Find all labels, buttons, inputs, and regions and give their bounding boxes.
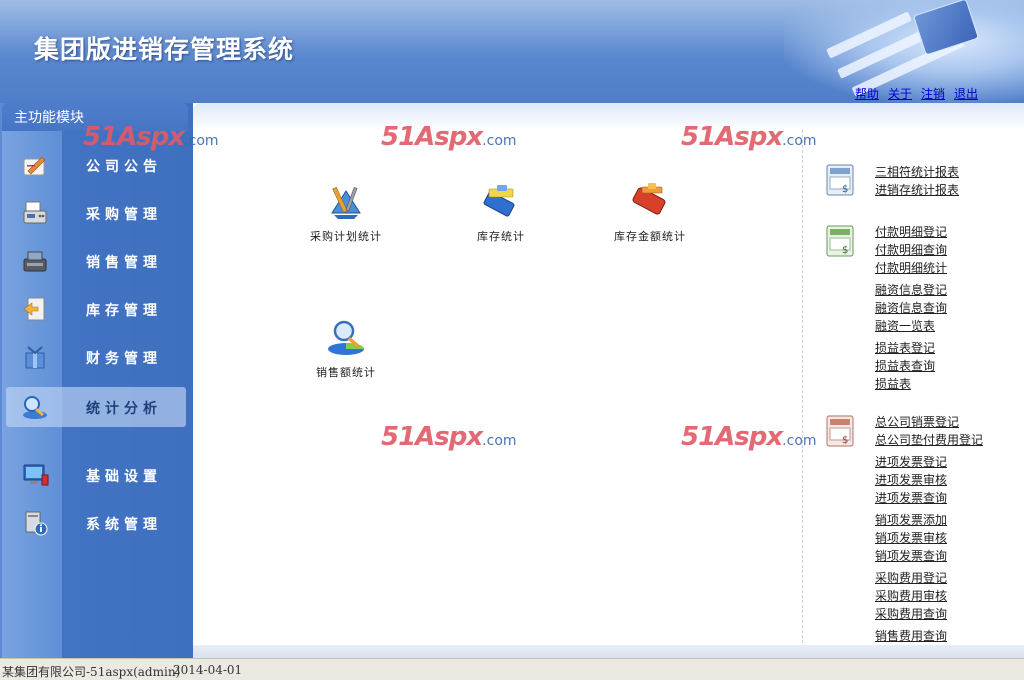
finance-gift-icon [25,346,45,369]
app-header: 集团版进销存管理系统 帮助 关于 注销 退出 [0,0,1024,103]
notice-pen-icon [23,156,46,176]
invoice-link[interactable]: 总公司垫付费用登记 [875,431,983,448]
sidebar-item-purchasing[interactable]: 采购管理 [6,193,186,233]
invoice-link[interactable]: 销项发票添加 [875,511,947,528]
svg-text:$: $ [842,245,848,256]
income-statement-link[interactable]: 损益表查询 [875,357,935,374]
magnifier-chart-icon [23,396,47,419]
payment-link[interactable]: 付款明细统计 [875,259,947,276]
main-content: 采购计划统计 库存统计 库存金额统计 销售额统计 51Aspx.com 51As… [83,103,1024,658]
status-company: 某集团有限公司-51aspx(admin) [2,665,181,679]
invoice-link[interactable]: 销项发票查询 [875,547,947,564]
app-title: 集团版进销存管理系统 [34,35,295,64]
magnifier-pie-icon [328,320,364,355]
sidebar-title: 主功能模块 [14,110,84,126]
invoice-link[interactable]: 进项发票查询 [875,489,947,506]
invoice-link[interactable]: 进项发票审核 [875,471,947,488]
status-date: 2014-04-01 [173,663,243,677]
financing-link[interactable]: 融资一览表 [875,317,935,334]
credit-card-icon [912,0,980,56]
watermark: 51Aspx.com [681,122,817,152]
sidebar-item-inventory[interactable]: 库存管理 [6,289,186,329]
report-link[interactable]: 进销存统计报表 [875,181,959,198]
feature-purchase-plan-stats[interactable]: 采购计划统计 [286,181,406,244]
expense-link[interactable]: 采购费用查询 [875,605,947,622]
svg-text:$: $ [842,435,848,446]
about-link[interactable]: 关于 [888,85,912,102]
sidebar-item-label: 基础设置 [86,469,162,485]
sidebar: 主功能模块 公司公告 采购管理 销售管理 库存管理 财务管理 统计分析 基础设置… [0,103,193,658]
feature-inventory-stats[interactable]: 库存统计 [441,181,561,244]
status-bar: 某集团有限公司-51aspx(admin) 2014-04-01 [0,658,1024,680]
sidebar-item-label: 公司公告 [86,159,162,175]
sidebar-item-label: 库存管理 [86,303,162,319]
content-bottom-bar [193,645,1024,658]
expense-link[interactable]: 销售费用查询 [875,627,947,644]
system-info-icon [25,511,48,536]
watermark: 51Aspx.com [381,122,517,152]
feature-sales-amount-stats[interactable]: 销售额统计 [286,317,406,380]
fax-machine-icon [23,201,47,224]
invoice-link[interactable]: 进项发票登记 [875,453,947,470]
watermark: 51Aspx.com [83,122,219,152]
sidebar-item-label: 系统管理 [86,517,162,533]
expense-link[interactable]: 采购费用审核 [875,587,947,604]
sidebar-item-basic-settings[interactable]: 基础设置 [6,455,186,495]
feature-label: 库存统计 [477,230,525,243]
payment-link[interactable]: 付款明细查询 [875,241,947,258]
feature-inventory-amount-stats[interactable]: 库存金额统计 [590,181,710,244]
payment-link[interactable]: 付款明细登记 [875,223,947,240]
sidebar-item-label: 销售管理 [86,255,162,271]
content-top-bar [193,103,1024,130]
panel-divider [802,130,803,658]
sidebar-item-label: 财务管理 [86,351,162,367]
financing-link[interactable]: 融资信息登记 [875,281,947,298]
tools-blueprint-icon [331,186,361,219]
sidebar-item-sales[interactable]: 销售管理 [6,241,186,281]
cash-register-icon [23,251,47,272]
red-ledger-icon: $ [826,415,854,447]
top-links: 帮助 关于 注销 退出 [855,85,978,102]
feature-label: 销售额统计 [316,366,376,379]
red-book-icon [632,183,666,215]
help-link[interactable]: 帮助 [855,85,879,102]
green-ledger-icon: $ [826,225,854,257]
logout-link[interactable]: 注销 [921,85,945,102]
watermark: 51Aspx.com [381,422,517,452]
computer-monitor-icon [23,464,49,486]
sidebar-item-statistics[interactable]: 统计分析 [6,387,186,427]
blue-folder-icon [483,185,515,217]
sidebar-item-label: 采购管理 [86,207,162,223]
warehouse-door-icon [23,297,45,321]
expense-link[interactable]: 采购费用登记 [875,569,947,586]
sidebar-item-label: 统计分析 [86,401,162,417]
watermark: 51Aspx.com [681,422,817,452]
income-statement-link[interactable]: 损益表 [875,375,911,392]
feature-label: 采购计划统计 [310,230,382,243]
financing-link[interactable]: 融资信息查询 [875,299,947,316]
invoice-link[interactable]: 总公司销票登记 [875,413,959,430]
sidebar-item-finance[interactable]: 财务管理 [6,337,186,377]
sidebar-item-system[interactable]: 系统管理 [6,503,186,543]
feature-label: 库存金额统计 [614,230,686,243]
svg-text:$: $ [842,184,848,195]
exit-link[interactable]: 退出 [954,85,978,102]
invoice-link[interactable]: 销项发票审核 [875,529,947,546]
income-statement-link[interactable]: 损益表登记 [875,339,935,356]
report-calculator-icon: $ [826,164,854,196]
report-link[interactable]: 三相符统计报表 [875,163,959,180]
